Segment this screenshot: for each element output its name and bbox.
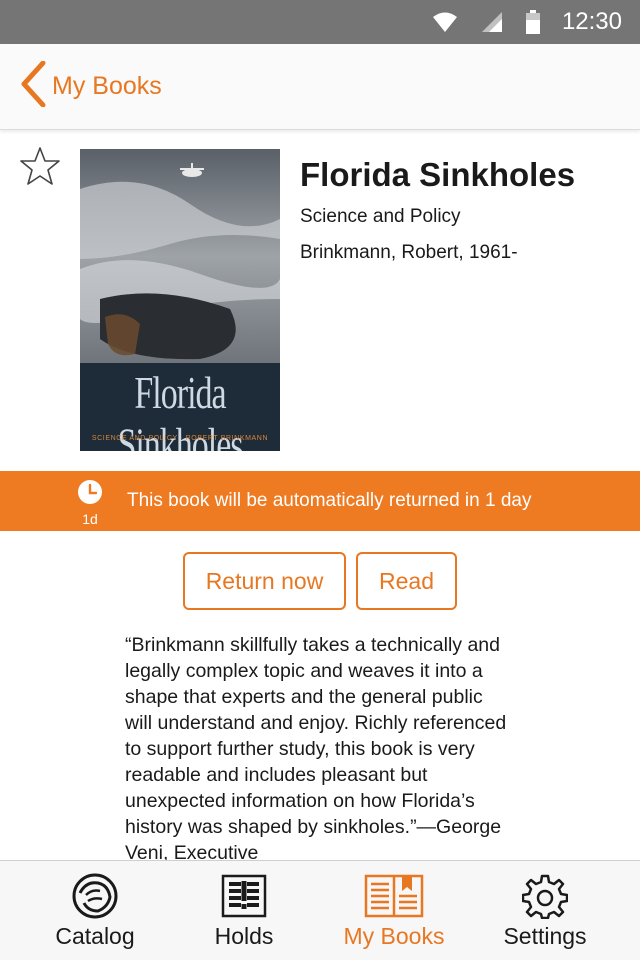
back-button[interactable]: My Books: [0, 60, 162, 112]
return-now-button[interactable]: Return now: [183, 552, 346, 610]
read-button[interactable]: Read: [356, 552, 457, 610]
book-cover[interactable]: Florida Sinkholes SCIENCE AND POLICY · R…: [80, 149, 280, 451]
signal-icon: [480, 11, 504, 33]
tab-holds-label: Holds: [214, 923, 274, 949]
status-time: 12:30: [561, 8, 622, 35]
status-bar: 12:30: [0, 0, 640, 44]
tab-catalog-label: Catalog: [55, 923, 135, 949]
holds-icon: [221, 861, 267, 919]
tab-settings-label: Settings: [503, 923, 587, 949]
tab-my-books-label: My Books: [343, 923, 445, 949]
book-subtitle: Science and Policy: [300, 206, 461, 227]
tab-settings[interactable]: Settings: [490, 861, 600, 960]
wifi-icon: [432, 11, 458, 33]
return-notice-text: This book will be automatically returned…: [127, 490, 532, 511]
gear-icon: [522, 861, 568, 919]
book-author: Brinkmann, Robert, 1961-: [300, 242, 518, 263]
back-label: My Books: [52, 72, 162, 100]
battery-icon: [525, 10, 540, 34]
loan-badge: 1d: [72, 479, 108, 527]
lion-icon: [72, 861, 118, 919]
tab-bar: Catalog Holds My Books Settings: [0, 860, 640, 960]
chevron-left-icon: [20, 60, 46, 112]
star-outline-icon[interactable]: [20, 146, 60, 186]
book-description: “Brinkmann skillfully takes a technicall…: [125, 634, 507, 861]
tab-catalog[interactable]: Catalog: [40, 861, 150, 960]
tab-holds[interactable]: Holds: [194, 861, 294, 960]
app-bar: My Books: [0, 44, 640, 130]
cover-subtitle: SCIENCE AND POLICY · ROBERT BRINKMANN: [91, 435, 269, 442]
tab-my-books[interactable]: My Books: [334, 861, 454, 960]
loan-badge-text: 1d: [82, 511, 98, 527]
book-title: Florida Sinkholes: [300, 156, 576, 193]
clock-icon: [77, 479, 103, 510]
return-notice-banner: 1d This book will be automatically retur…: [0, 471, 640, 531]
my-books-icon: [364, 861, 424, 919]
